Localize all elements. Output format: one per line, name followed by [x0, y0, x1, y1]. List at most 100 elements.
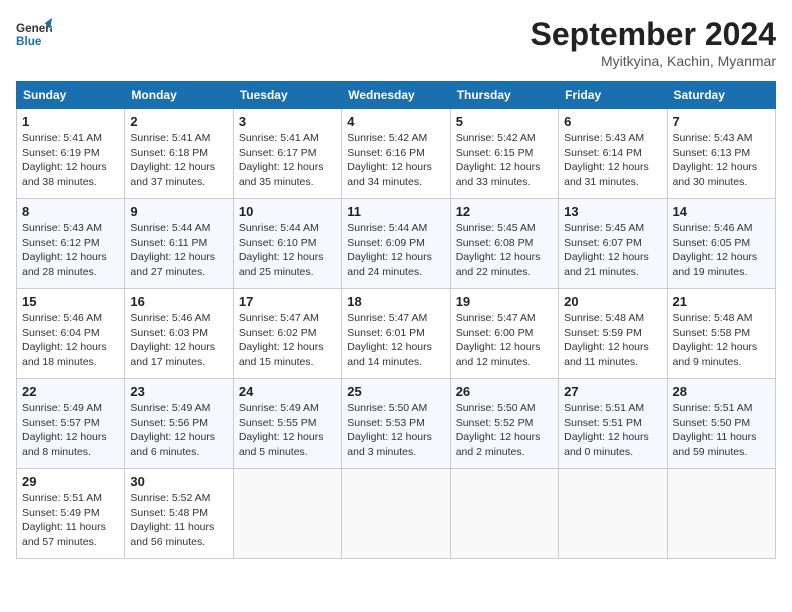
- day-number-9: 9: [130, 204, 227, 219]
- title-block: September 2024 Myitkyina, Kachin, Myanma…: [531, 16, 776, 69]
- day-info-30: Sunrise: 5:52 AMSunset: 5:48 PMDaylight:…: [130, 491, 227, 550]
- day-cell-9: 9Sunrise: 5:44 AMSunset: 6:11 PMDaylight…: [125, 199, 233, 289]
- day-number-21: 21: [673, 294, 770, 309]
- day-cell-20: 20Sunrise: 5:48 AMSunset: 5:59 PMDayligh…: [559, 289, 667, 379]
- day-cell-27: 27 Sunrise: 5:51 AMSunset: 5:51 PMDayligh…: [559, 379, 667, 469]
- calendar-table: SundayMondayTuesdayWednesdayThursdayFrid…: [16, 81, 776, 559]
- day-info-1: Sunrise: 5:41 AMSunset: 6:19 PMDaylight:…: [22, 131, 119, 190]
- day-info-10: Sunrise: 5:44 AMSunset: 6:10 PMDaylight:…: [239, 221, 336, 280]
- day-number-6: 6: [564, 114, 661, 129]
- day-cell-10: 10 Sunrise: 5:44 AMSunset: 6:10 PMDayligh…: [233, 199, 341, 289]
- day-info-15: Sunrise: 5:46 AMSunset: 6:04 PMDaylight:…: [22, 311, 119, 370]
- col-header-friday: Friday: [559, 82, 667, 109]
- day-number-25: 25: [347, 384, 444, 399]
- day-cell-12: 12 Sunrise: 5:45 AMSunset: 6:08 PMDayligh…: [450, 199, 558, 289]
- empty-cell: [450, 469, 558, 559]
- day-info-22: Sunrise: 5:49 AMSunset: 5:57 PMDaylight:…: [22, 401, 119, 460]
- week-row-2: 8 Sunrise: 5:43 AMSunset: 6:12 PMDaylight…: [17, 199, 776, 289]
- day-number-10: 10: [239, 204, 336, 219]
- week-row-4: 22Sunrise: 5:49 AMSunset: 5:57 PMDayligh…: [17, 379, 776, 469]
- day-number-24: 24: [239, 384, 336, 399]
- week-row-1: 1 Sunrise: 5:41 AMSunset: 6:19 PMDaylight…: [17, 109, 776, 199]
- day-number-4: 4: [347, 114, 444, 129]
- day-cell-7: 7 Sunrise: 5:43 AMSunset: 6:13 PMDaylight…: [667, 109, 775, 199]
- day-number-8: 8: [22, 204, 119, 219]
- day-info-8: Sunrise: 5:43 AMSunset: 6:12 PMDaylight:…: [22, 221, 119, 280]
- day-cell-8: 8 Sunrise: 5:43 AMSunset: 6:12 PMDaylight…: [17, 199, 125, 289]
- svg-text:Blue: Blue: [16, 35, 42, 48]
- day-info-29: Sunrise: 5:51 AMSunset: 5:49 PMDaylight:…: [22, 491, 119, 550]
- day-info-21: Sunrise: 5:48 AMSunset: 5:58 PMDaylight:…: [673, 311, 770, 370]
- col-header-monday: Monday: [125, 82, 233, 109]
- day-info-25: Sunrise: 5:50 AMSunset: 5:53 PMDaylight:…: [347, 401, 444, 460]
- day-number-13: 13: [564, 204, 661, 219]
- day-info-11: Sunrise: 5:44 AMSunset: 6:09 PMDaylight:…: [347, 221, 444, 280]
- day-number-29: 29: [22, 474, 119, 489]
- calendar-header-row: SundayMondayTuesdayWednesdayThursdayFrid…: [17, 82, 776, 109]
- day-cell-21: 21 Sunrise: 5:48 AMSunset: 5:58 PMDayligh…: [667, 289, 775, 379]
- day-cell-18: 18 Sunrise: 5:47 AMSunset: 6:01 PMDayligh…: [342, 289, 450, 379]
- empty-cell: [342, 469, 450, 559]
- logo-icon: General Blue: [16, 16, 52, 52]
- day-cell-28: 28 Sunrise: 5:51 AMSunset: 5:50 PMDayligh…: [667, 379, 775, 469]
- day-number-27: 27: [564, 384, 661, 399]
- day-info-14: Sunrise: 5:46 AMSunset: 6:05 PMDaylight:…: [673, 221, 770, 280]
- day-info-18: Sunrise: 5:47 AMSunset: 6:01 PMDaylight:…: [347, 311, 444, 370]
- day-number-12: 12: [456, 204, 553, 219]
- week-row-5: 29 Sunrise: 5:51 AMSunset: 5:49 PMDayligh…: [17, 469, 776, 559]
- day-cell-16: 16 Sunrise: 5:46 AMSunset: 6:03 PMDayligh…: [125, 289, 233, 379]
- day-number-28: 28: [673, 384, 770, 399]
- empty-cell: [233, 469, 341, 559]
- day-cell-19: 19 Sunrise: 5:47 AMSunset: 6:00 PMDayligh…: [450, 289, 558, 379]
- day-cell-6: 6Sunrise: 5:43 AMSunset: 6:14 PMDaylight…: [559, 109, 667, 199]
- location: Myitkyina, Kachin, Myanmar: [531, 53, 776, 69]
- col-header-wednesday: Wednesday: [342, 82, 450, 109]
- day-cell-17: 17 Sunrise: 5:47 AMSunset: 6:02 PMDayligh…: [233, 289, 341, 379]
- day-number-23: 23: [130, 384, 227, 399]
- day-number-18: 18: [347, 294, 444, 309]
- day-number-2: 2: [130, 114, 227, 129]
- day-number-7: 7: [673, 114, 770, 129]
- day-number-26: 26: [456, 384, 553, 399]
- day-info-28: Sunrise: 5:51 AMSunset: 5:50 PMDaylight:…: [673, 401, 770, 460]
- day-info-5: Sunrise: 5:42 AMSunset: 6:15 PMDaylight:…: [456, 131, 553, 190]
- day-info-24: Sunrise: 5:49 AMSunset: 5:55 PMDaylight:…: [239, 401, 336, 460]
- day-cell-15: 15Sunrise: 5:46 AMSunset: 6:04 PMDayligh…: [17, 289, 125, 379]
- day-number-5: 5: [456, 114, 553, 129]
- day-cell-11: 11Sunrise: 5:44 AMSunset: 6:09 PMDayligh…: [342, 199, 450, 289]
- day-info-17: Sunrise: 5:47 AMSunset: 6:02 PMDaylight:…: [239, 311, 336, 370]
- day-number-30: 30: [130, 474, 227, 489]
- day-cell-22: 22Sunrise: 5:49 AMSunset: 5:57 PMDayligh…: [17, 379, 125, 469]
- day-info-26: Sunrise: 5:50 AMSunset: 5:52 PMDaylight:…: [456, 401, 553, 460]
- month-title: September 2024: [531, 16, 776, 53]
- day-cell-25: 25 Sunrise: 5:50 AMSunset: 5:53 PMDayligh…: [342, 379, 450, 469]
- day-number-1: 1: [22, 114, 119, 129]
- day-cell-3: 3Sunrise: 5:41 AMSunset: 6:17 PMDaylight…: [233, 109, 341, 199]
- day-number-20: 20: [564, 294, 661, 309]
- week-row-3: 15Sunrise: 5:46 AMSunset: 6:04 PMDayligh…: [17, 289, 776, 379]
- day-cell-2: 2Sunrise: 5:41 AMSunset: 6:18 PMDaylight…: [125, 109, 233, 199]
- day-info-27: Sunrise: 5:51 AMSunset: 5:51 PMDaylight:…: [564, 401, 661, 460]
- day-info-13: Sunrise: 5:45 AMSunset: 6:07 PMDaylight:…: [564, 221, 661, 280]
- day-info-7: Sunrise: 5:43 AMSunset: 6:13 PMDaylight:…: [673, 131, 770, 190]
- day-cell-23: 23Sunrise: 5:49 AMSunset: 5:56 PMDayligh…: [125, 379, 233, 469]
- day-number-17: 17: [239, 294, 336, 309]
- day-info-19: Sunrise: 5:47 AMSunset: 6:00 PMDaylight:…: [456, 311, 553, 370]
- day-cell-13: 13 Sunrise: 5:45 AMSunset: 6:07 PMDayligh…: [559, 199, 667, 289]
- day-number-16: 16: [130, 294, 227, 309]
- day-info-16: Sunrise: 5:46 AMSunset: 6:03 PMDaylight:…: [130, 311, 227, 370]
- col-header-thursday: Thursday: [450, 82, 558, 109]
- day-info-3: Sunrise: 5:41 AMSunset: 6:17 PMDaylight:…: [239, 131, 336, 190]
- day-cell-14: 14 Sunrise: 5:46 AMSunset: 6:05 PMDayligh…: [667, 199, 775, 289]
- day-info-4: Sunrise: 5:42 AMSunset: 6:16 PMDaylight:…: [347, 131, 444, 190]
- day-number-19: 19: [456, 294, 553, 309]
- day-cell-1: 1 Sunrise: 5:41 AMSunset: 6:19 PMDaylight…: [17, 109, 125, 199]
- calendar-body: 1 Sunrise: 5:41 AMSunset: 6:19 PMDaylight…: [17, 109, 776, 559]
- day-number-14: 14: [673, 204, 770, 219]
- day-cell-4: 4 Sunrise: 5:42 AMSunset: 6:16 PMDaylight…: [342, 109, 450, 199]
- empty-cell: [667, 469, 775, 559]
- day-cell-5: 5 Sunrise: 5:42 AMSunset: 6:15 PMDaylight…: [450, 109, 558, 199]
- page-header: General Blue September 2024 Myitkyina, K…: [16, 16, 776, 69]
- day-info-12: Sunrise: 5:45 AMSunset: 6:08 PMDaylight:…: [456, 221, 553, 280]
- empty-cell: [559, 469, 667, 559]
